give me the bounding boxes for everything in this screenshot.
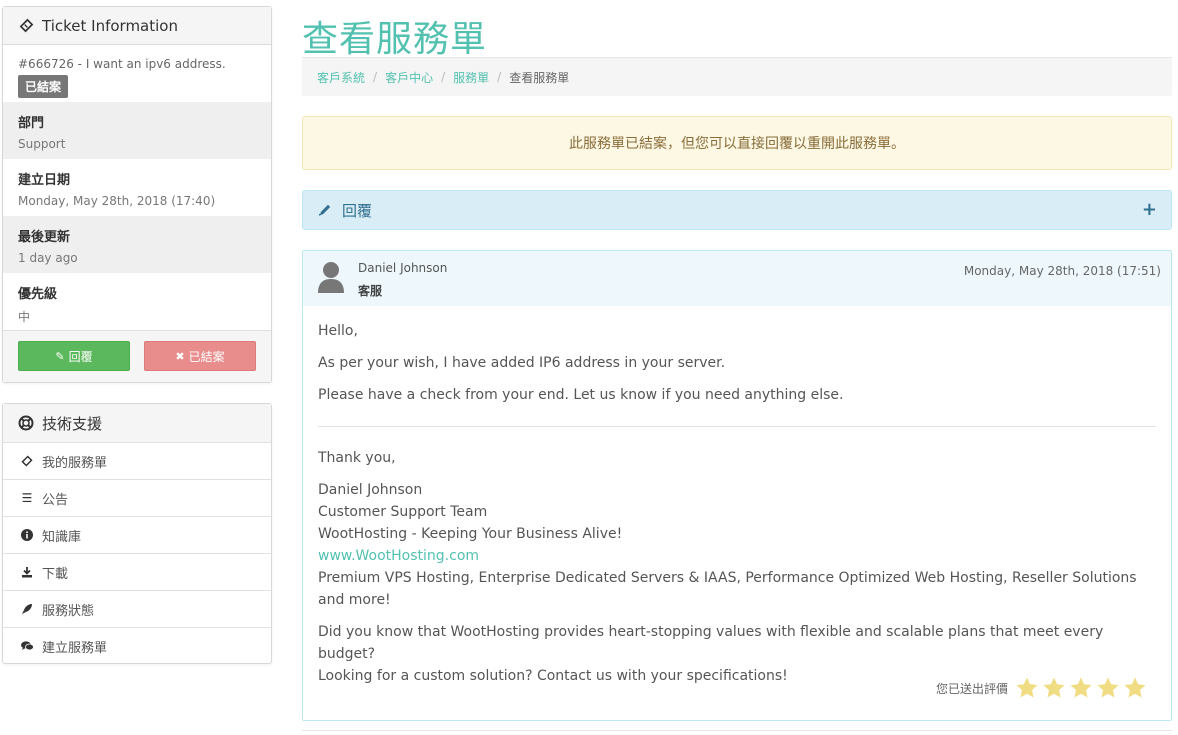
support-header: 技術支援 <box>3 404 271 442</box>
menu-open-ticket[interactable]: 建立服務單 <box>3 627 271 664</box>
closed-button[interactable]: ✖ 已結案 <box>144 341 256 371</box>
ticket-icon <box>20 455 34 467</box>
menu-label: 下載 <box>42 566 69 582</box>
updated-value: 1 day ago <box>18 251 78 265</box>
promo-line: Did you know that WootHosting provides h… <box>318 624 1104 662</box>
ticket-message: Daniel Johnson 客服 Monday, May 28th, 2018… <box>302 250 1172 721</box>
breadcrumb-separator: / <box>497 70 502 84</box>
reply-toggle-bar[interactable]: 回覆 + <box>302 190 1172 230</box>
next-message-edge <box>302 730 1172 731</box>
signature-tagline: WootHosting - Keeping Your Business Aliv… <box>318 526 623 542</box>
breadcrumb-client-center[interactable]: 客戶中心 <box>385 69 433 86</box>
menu-knowledgebase[interactable]: 知識庫 <box>3 516 271 553</box>
created-row: 建立日期 Monday, May 28th, 2018 (17:40) <box>3 159 271 216</box>
menu-label: 建立服務單 <box>42 640 108 656</box>
pencil-icon: ✎ <box>55 349 65 363</box>
message-role: 客服 <box>358 284 383 298</box>
list-icon: ☰ <box>21 491 33 505</box>
avatar <box>317 261 345 293</box>
signature-services: Premium VPS Hosting, Enterprise Dedicate… <box>318 570 1137 608</box>
star-icon <box>1016 677 1038 698</box>
message-header: Daniel Johnson 客服 Monday, May 28th, 2018… <box>303 251 1171 306</box>
reply-bar-label: 回覆 <box>342 201 373 220</box>
created-label: 建立日期 <box>18 173 71 188</box>
breadcrumb: 客戶系統 / 客戶中心 / 服務單 / 查看服務單 <box>302 58 1172 96</box>
menu-label: 服務狀態 <box>42 603 95 619</box>
star-icon <box>1097 677 1119 698</box>
support-title: 技術支援 <box>42 414 103 433</box>
rating-text: 您已送出評價 <box>935 681 1008 696</box>
breadcrumb-separator: / <box>373 70 378 84</box>
closed-ticket-alert: 此服務單已結案，但您可以直接回覆以重開此服務單。 <box>302 116 1172 170</box>
menu-server-status[interactable]: 服務狀態 <box>3 590 271 627</box>
signature-name: Daniel Johnson <box>318 482 423 498</box>
breadcrumb-client-area[interactable]: 客戶系統 <box>317 69 365 86</box>
rating: 您已送出評價 <box>936 676 1147 700</box>
page-title: 查看服務單 <box>302 19 488 60</box>
ticket-info-panel: Ticket Information #666726 - I want an i… <box>2 6 272 383</box>
rocket-icon <box>20 603 34 615</box>
message-author: Daniel Johnson <box>358 261 448 275</box>
star-icon <box>1070 677 1092 698</box>
department-row: 部門 Support <box>3 102 271 159</box>
ticket-subject: #666726 - I want an ipv6 address. <box>18 57 226 71</box>
comments-icon <box>20 640 34 652</box>
updated-row: 最後更新 1 day ago <box>3 216 271 273</box>
department-label: 部門 <box>18 116 45 131</box>
reply-button[interactable]: ✎ 回覆 <box>18 341 130 371</box>
message-body: Hello, As per your wish, I have added IP… <box>303 306 1171 687</box>
menu-my-tickets[interactable]: 我的服務單 <box>3 442 271 479</box>
updated-label: 最後更新 <box>18 230 71 245</box>
menu-downloads[interactable]: 下載 <box>3 553 271 590</box>
ticket-summary: #666726 - I want an ipv6 address. 已結案 <box>3 45 271 98</box>
menu-label: 知識庫 <box>42 529 82 545</box>
star-icon <box>1043 677 1065 698</box>
reply-button-label: 回覆 <box>68 349 93 364</box>
signature: Daniel Johnson Customer Support Team Woo… <box>318 479 1156 611</box>
priority-label: 優先級 <box>18 287 58 302</box>
priority-value: 中 <box>18 310 31 324</box>
ticket-icon <box>18 18 34 34</box>
breadcrumb-current: 查看服務單 <box>509 70 570 85</box>
ticket-info-header: Ticket Information <box>3 7 271 45</box>
priority-row: 優先級 中 <box>3 273 271 330</box>
signature-divider <box>318 426 1156 427</box>
message-line: Please have a check from your end. Let u… <box>318 387 844 403</box>
pencil-icon <box>318 203 332 217</box>
star-icon <box>1124 677 1146 698</box>
plus-icon[interactable]: + <box>1142 199 1157 220</box>
signature-team: Customer Support Team <box>318 504 488 520</box>
menu-announcements[interactable]: ☰ 公告 <box>3 479 271 516</box>
created-value: Monday, May 28th, 2018 (17:40) <box>18 194 216 208</box>
close-icon: ✖ <box>175 349 185 363</box>
department-value: Support <box>18 137 66 151</box>
message-line: As per your wish, I have added IP6 addre… <box>318 355 726 371</box>
download-icon <box>20 566 34 578</box>
message-thanks: Thank you, <box>318 450 396 466</box>
alert-text: 此服務單已結案，但您可以直接回覆以重開此服務單。 <box>569 136 905 152</box>
menu-label: 我的服務單 <box>42 455 108 471</box>
breadcrumb-separator: / <box>441 70 446 84</box>
rating-stars <box>1012 676 1147 700</box>
menu-label: 公告 <box>42 492 69 508</box>
closed-button-label: 已結案 <box>188 349 225 364</box>
message-greeting: Hello, <box>318 323 358 339</box>
status-badge: 已結案 <box>18 75 69 98</box>
info-icon <box>20 529 34 541</box>
breadcrumb-tickets[interactable]: 服務單 <box>453 69 489 86</box>
ticket-info-title: Ticket Information <box>42 16 178 35</box>
website-link[interactable]: www.WootHosting.com <box>318 545 1156 567</box>
message-date: Monday, May 28th, 2018 (17:51) <box>963 264 1161 278</box>
support-panel: 技術支援 我的服務單 ☰ 公告 知識庫 下載 服務狀態 建立服務單 <box>2 403 272 664</box>
lifebuoy-icon <box>18 415 34 431</box>
ticket-actions: ✎ 回覆 ✖ 已結案 <box>3 330 271 382</box>
